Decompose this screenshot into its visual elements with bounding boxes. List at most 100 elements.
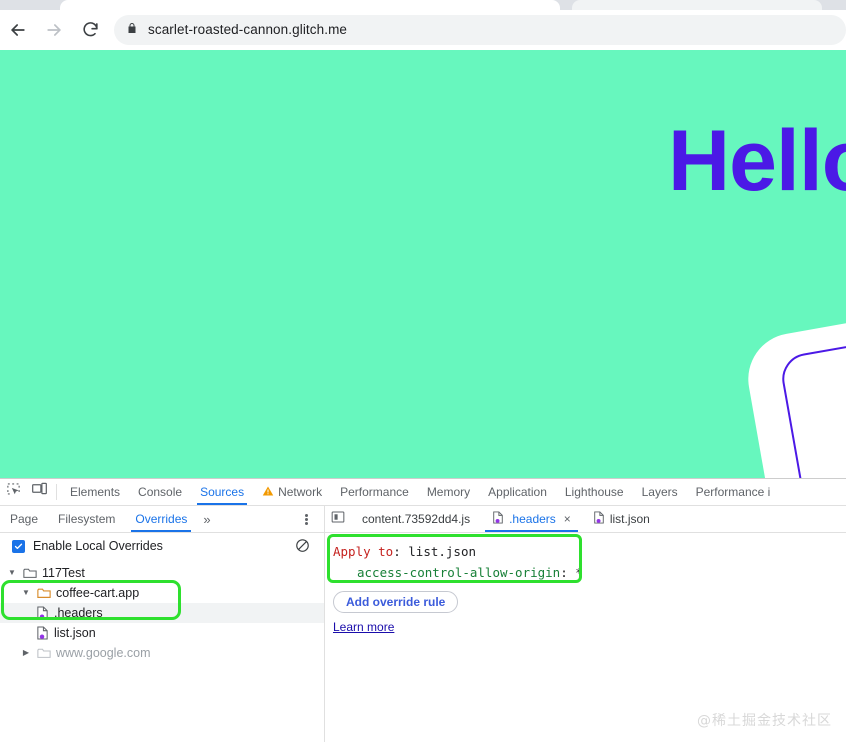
devtools-tab-memory[interactable]: Memory	[418, 479, 479, 505]
folder-icon	[23, 567, 37, 579]
add-override-rule-label: Add override rule	[346, 595, 446, 609]
expand-triangle-icon[interactable]: ▼	[20, 589, 32, 597]
tree-row-www-google-com[interactable]: ▶ www.google.com	[0, 643, 324, 663]
enable-local-overrides-label: Enable Local Overrides	[33, 539, 163, 553]
devtools-tab-lighthouse[interactable]: Lighthouse	[556, 479, 633, 505]
tab-label: Elements	[70, 485, 121, 499]
apply-to-colon: :	[393, 544, 401, 559]
file-override-icon	[36, 606, 49, 620]
tab-label: Layers	[641, 485, 678, 499]
tab-label: Application	[488, 485, 547, 499]
folder-icon	[37, 647, 51, 659]
navigator-subtab-filesystem[interactable]: Filesystem	[48, 506, 125, 532]
reload-button[interactable]	[72, 12, 108, 48]
arrow-right-icon	[44, 20, 64, 40]
collapse-triangle-icon[interactable]: ▶	[20, 649, 32, 657]
enable-local-overrides-row[interactable]: Enable Local Overrides	[0, 533, 324, 559]
watermark: @稀土掘金技术社区	[697, 713, 832, 729]
subtab-label: Overrides	[135, 512, 188, 526]
devtools-tab-console[interactable]: Console	[129, 479, 191, 505]
tab-label: Sources	[200, 485, 245, 499]
navigator-subtab-overrides[interactable]: Overrides	[125, 506, 197, 532]
browser-tab-active[interactable]	[60, 0, 560, 10]
show-navigator-button[interactable]	[325, 506, 351, 532]
editor-tab-label: list.json	[609, 512, 650, 526]
folder-override-icon	[37, 587, 51, 599]
header-rule-entry-line[interactable]: access-control-allow-origin: *	[333, 562, 846, 583]
device-toolbar-button[interactable]	[26, 479, 52, 505]
header-rule-block[interactable]: Apply to: list.json access-control-allow…	[333, 541, 846, 583]
expand-triangle-icon[interactable]: ▼	[6, 569, 18, 577]
devtools-tab-elements[interactable]: Elements	[61, 479, 129, 505]
file-override-icon	[593, 511, 605, 527]
devtools-tab-performance[interactable]: Performance	[331, 479, 418, 505]
navigator-subtab-page[interactable]: Page	[0, 506, 48, 532]
devtools-body: Page Filesystem Overrides » Enable Local…	[0, 506, 846, 742]
tab-label: Console	[138, 485, 183, 499]
file-override-icon	[492, 511, 504, 527]
subtab-label: Page	[10, 512, 39, 526]
toolbar-divider	[56, 484, 57, 500]
kebab-menu-icon[interactable]	[298, 506, 314, 532]
overrides-file-tree: ▼ 117Test ▼ coffee-cart.app .headers lis…	[0, 559, 324, 663]
header-rule-apply-line[interactable]: Apply to: list.json	[333, 541, 846, 562]
reload-icon	[81, 20, 100, 39]
editor-tab-list-json[interactable]: list.json	[582, 506, 661, 532]
devtools-tab-network[interactable]: Network	[253, 479, 331, 505]
devtools-tab-sources[interactable]: Sources	[191, 479, 253, 505]
forward-button[interactable]	[36, 12, 72, 48]
inspect-element-button[interactable]	[0, 479, 26, 505]
page-viewport: Hello	[0, 50, 846, 478]
tab-label: Memory	[426, 485, 471, 499]
close-icon[interactable]: ×	[564, 512, 571, 526]
header-colon: :	[560, 565, 568, 580]
learn-more-link[interactable]: Learn more	[333, 620, 846, 634]
tree-row-label: 117Test	[42, 566, 85, 580]
sources-editor: content.73592dd4.js .headers × list.json…	[325, 506, 846, 742]
tree-row-label: www.google.com	[56, 646, 151, 660]
file-override-icon	[36, 626, 49, 640]
warning-triangle-icon	[262, 485, 274, 500]
tree-row-label: .headers	[54, 606, 103, 620]
apply-to-key[interactable]: Apply to	[333, 544, 393, 559]
inspect-element-icon	[6, 482, 21, 502]
clear-overrides-icon[interactable]	[295, 538, 310, 558]
show-navigator-icon	[331, 510, 345, 529]
devtools-panel: Elements Console Sources Network Perform…	[0, 478, 846, 742]
apply-to-value[interactable]: list.json	[408, 544, 476, 559]
back-button[interactable]	[0, 12, 36, 48]
screenshot-root: scarlet-roasted-cannon.glitch.me Hello E…	[0, 0, 846, 742]
header-value[interactable]: *	[575, 565, 583, 580]
devtools-tab-application[interactable]: Application	[479, 479, 556, 505]
sources-navigator: Page Filesystem Overrides » Enable Local…	[0, 506, 325, 742]
editor-tab-label: .headers	[509, 512, 556, 526]
arrow-left-icon	[8, 20, 28, 40]
browser-tab-inactive[interactable]	[572, 0, 822, 10]
tree-row-list-json[interactable]: list.json	[0, 623, 324, 643]
lock-icon	[126, 21, 138, 39]
chevron-double-right-icon[interactable]: »	[197, 506, 216, 532]
page-heading: Hello	[668, 113, 846, 209]
header-name[interactable]: access-control-allow-origin	[357, 565, 560, 580]
browser-toolbar: scarlet-roasted-cannon.glitch.me	[0, 10, 846, 50]
address-bar[interactable]: scarlet-roasted-cannon.glitch.me	[114, 14, 846, 45]
devtools-tab-bar: Elements Console Sources Network Perform…	[0, 479, 846, 506]
tree-row-coffee-cart-app[interactable]: ▼ coffee-cart.app	[0, 583, 324, 603]
subtab-label: Filesystem	[58, 512, 116, 526]
add-override-rule-button[interactable]: Add override rule	[333, 591, 459, 613]
tab-label: Lighthouse	[564, 485, 624, 499]
tree-row-label: coffee-cart.app	[56, 586, 140, 600]
editor-tab-headers[interactable]: .headers ×	[481, 506, 582, 532]
devtools-tab-layers[interactable]: Layers	[633, 479, 687, 505]
enable-local-overrides-checkbox[interactable]	[12, 539, 25, 553]
tree-row-headers[interactable]: .headers	[0, 603, 324, 623]
editor-tab-content-js[interactable]: content.73592dd4.js	[351, 506, 481, 532]
device-toolbar-icon	[31, 482, 48, 502]
browser-tab-strip[interactable]	[0, 0, 846, 10]
devtools-tab-performance-insights[interactable]: Performance i	[687, 479, 780, 505]
tab-label: Performance	[340, 485, 409, 499]
editor-tab-label: content.73592dd4.js	[362, 512, 471, 526]
editor-tab-bar: content.73592dd4.js .headers × list.json	[325, 506, 846, 533]
tree-row-117test[interactable]: ▼ 117Test	[0, 563, 324, 583]
tab-label: Performance i	[695, 485, 771, 499]
